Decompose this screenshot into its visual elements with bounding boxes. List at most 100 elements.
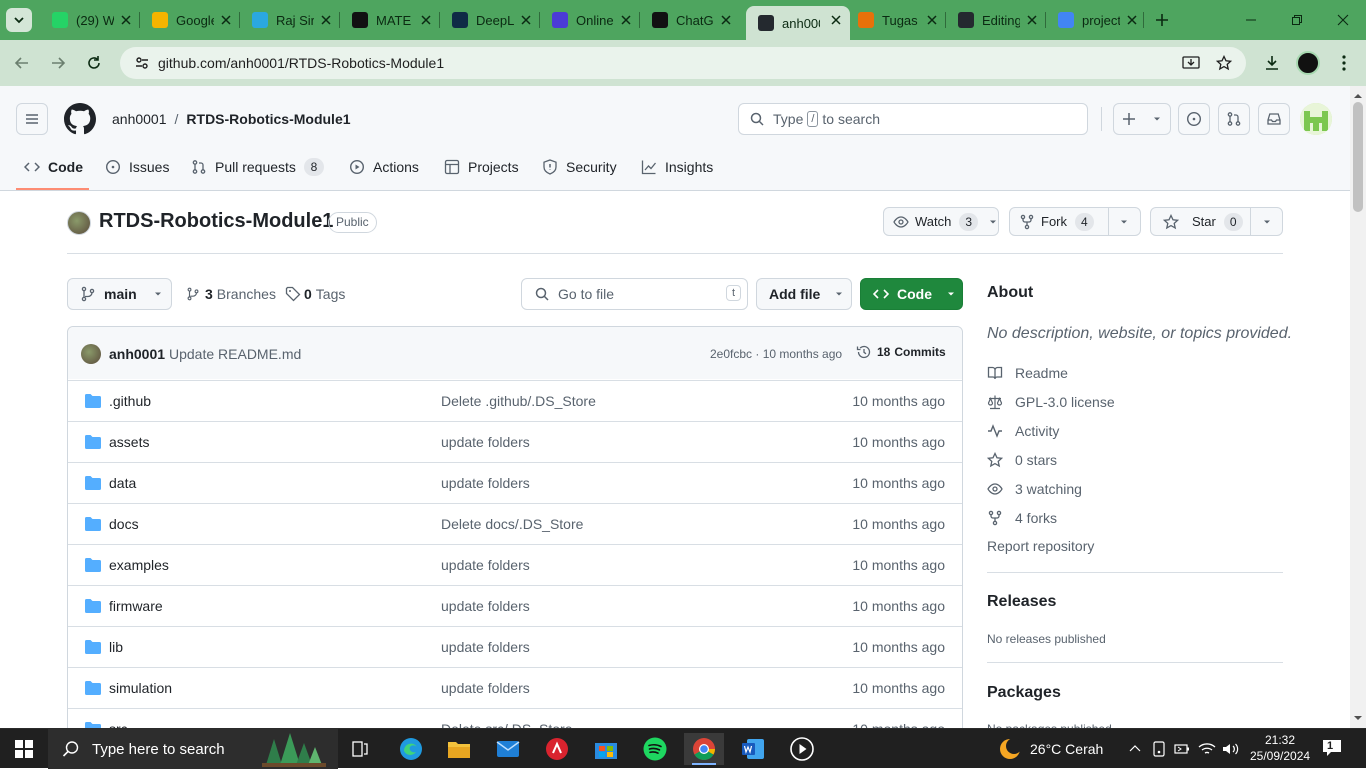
file-commit-message[interactable]: update folders xyxy=(441,639,530,655)
close-tab-icon[interactable] xyxy=(1024,12,1040,28)
add-file-button[interactable]: Add file xyxy=(756,278,852,310)
new-tab-button[interactable] xyxy=(1150,8,1174,32)
about-link[interactable]: 4 forks xyxy=(987,508,1057,528)
close-tab-icon[interactable] xyxy=(924,12,940,28)
close-tab-icon[interactable] xyxy=(318,12,334,28)
file-row[interactable]: firmware update folders 10 months ago xyxy=(68,585,962,626)
watch-button[interactable]: Watch 3 xyxy=(883,207,999,236)
taskbar-edge[interactable] xyxy=(391,733,431,765)
file-name[interactable]: simulation xyxy=(109,680,172,696)
file-commit-message[interactable]: update folders xyxy=(441,598,530,614)
tab-search-button[interactable] xyxy=(6,8,32,32)
caret-down-icon[interactable] xyxy=(1119,217,1129,227)
taskbar-search-box[interactable]: Type here to search xyxy=(48,729,338,769)
close-tab-icon[interactable] xyxy=(828,12,844,28)
tab-security[interactable]: Security xyxy=(542,155,617,179)
create-new-button[interactable] xyxy=(1113,103,1171,135)
about-link[interactable]: 3 watching xyxy=(987,479,1082,499)
start-button[interactable] xyxy=(4,733,44,765)
branches-link[interactable]: 3 Branches xyxy=(186,286,276,302)
tab-code[interactable]: Code xyxy=(24,155,83,179)
code-button[interactable]: Code xyxy=(860,278,963,310)
back-button[interactable] xyxy=(10,51,34,75)
file-commit-message[interactable]: Delete .github/.DS_Store xyxy=(441,393,596,409)
tab-actions[interactable]: Actions xyxy=(349,155,419,179)
global-search-input[interactable]: Type / to search xyxy=(738,103,1088,135)
taskbar-mail[interactable] xyxy=(488,733,528,765)
file-name[interactable]: docs xyxy=(109,516,139,532)
profile-avatar[interactable] xyxy=(1296,51,1320,75)
issues-header-button[interactable] xyxy=(1178,103,1210,135)
about-link[interactable]: 0 stars xyxy=(987,450,1057,470)
breadcrumb-owner[interactable]: anh0001 xyxy=(112,111,167,127)
close-tab-icon[interactable] xyxy=(218,12,234,28)
browser-tab[interactable]: ChatGPT xyxy=(640,6,740,34)
github-logo-icon[interactable] xyxy=(64,103,96,135)
file-name[interactable]: .github xyxy=(109,393,151,409)
scroll-down-icon[interactable] xyxy=(1350,712,1366,724)
releases-heading[interactable]: Releases xyxy=(987,593,1056,611)
taskbar-clock[interactable]: 21:32 25/09/2024 xyxy=(1250,732,1310,764)
global-menu-button[interactable] xyxy=(16,103,48,135)
tab-projects[interactable]: Projects xyxy=(444,155,519,179)
file-commit-message[interactable]: update folders xyxy=(441,557,530,573)
browser-tab[interactable]: anh0001 xyxy=(746,6,850,40)
browser-menu-button[interactable] xyxy=(1332,51,1356,75)
wifi-icon[interactable] xyxy=(1198,742,1216,756)
downloads-button[interactable] xyxy=(1260,51,1284,75)
packages-heading[interactable]: Packages xyxy=(987,684,1061,702)
browser-tab[interactable]: project xyxy=(1046,6,1146,34)
about-link[interactable]: Activity xyxy=(987,421,1059,441)
commit-hash-time[interactable]: 2e0fcbc · 10 months ago xyxy=(710,347,842,361)
report-repository-link[interactable]: Report repository xyxy=(987,538,1094,554)
file-row[interactable]: simulation update folders 10 months ago xyxy=(68,667,962,708)
bookmark-star-icon[interactable] xyxy=(1216,55,1232,71)
file-name[interactable]: assets xyxy=(109,434,149,450)
file-name[interactable]: firmware xyxy=(109,598,163,614)
repo-title[interactable]: RTDS-Robotics-Module1 xyxy=(99,210,333,233)
volume-icon[interactable] xyxy=(1222,742,1240,756)
about-link[interactable]: GPL-3.0 license xyxy=(987,392,1115,412)
page-scrollbar[interactable] xyxy=(1350,86,1366,728)
file-commit-message[interactable]: update folders xyxy=(441,680,530,696)
close-window-button[interactable] xyxy=(1320,0,1366,40)
commit-author-avatar[interactable] xyxy=(81,344,101,364)
taskbar-store[interactable] xyxy=(586,733,626,765)
file-name[interactable]: examples xyxy=(109,557,169,573)
branch-selector[interactable]: main xyxy=(67,278,172,310)
close-tab-icon[interactable] xyxy=(118,12,134,28)
inbox-header-button[interactable] xyxy=(1258,103,1290,135)
close-tab-icon[interactable] xyxy=(618,12,634,28)
caret-down-icon[interactable] xyxy=(1262,217,1272,227)
browser-tab[interactable]: DeepL xyxy=(440,6,540,34)
close-tab-icon[interactable] xyxy=(718,12,734,28)
tab-pull-requests[interactable]: Pull requests 8 xyxy=(191,155,324,179)
tab-insights[interactable]: Insights xyxy=(641,155,713,179)
tags-link[interactable]: 0 Tags xyxy=(285,286,345,302)
site-info-icon[interactable] xyxy=(134,55,150,71)
taskbar-app-red[interactable] xyxy=(537,733,577,765)
weather-widget[interactable]: 26°C Cerah xyxy=(996,735,1103,763)
taskbar-media-player[interactable] xyxy=(782,733,822,765)
install-app-icon[interactable] xyxy=(1182,55,1200,71)
close-tab-icon[interactable] xyxy=(1124,12,1140,28)
file-name[interactable]: lib xyxy=(109,639,123,655)
browser-tab[interactable]: Tugas xyxy=(846,6,946,34)
taskbar-chrome[interactable] xyxy=(684,733,724,765)
task-view-button[interactable] xyxy=(340,733,380,765)
about-link[interactable]: Readme xyxy=(987,363,1068,383)
commits-link[interactable]: 18 Commits xyxy=(856,344,946,360)
taskbar-file-explorer[interactable] xyxy=(439,733,479,765)
close-tab-icon[interactable] xyxy=(518,12,534,28)
browser-tab[interactable]: MATE xyxy=(340,6,440,34)
file-commit-message[interactable]: update folders xyxy=(441,475,530,491)
file-commit-message[interactable]: update folders xyxy=(441,434,530,450)
battery-icon[interactable] xyxy=(1174,742,1190,756)
scrollbar-thumb[interactable] xyxy=(1353,102,1363,212)
fork-button[interactable]: Fork 4 xyxy=(1009,207,1141,236)
file-row[interactable]: lib update folders 10 months ago xyxy=(68,626,962,667)
browser-tab[interactable]: Google Drive xyxy=(140,6,240,34)
device-icon[interactable] xyxy=(1152,741,1166,757)
close-tab-icon[interactable] xyxy=(418,12,434,28)
browser-tab[interactable]: Editing xyxy=(946,6,1046,34)
